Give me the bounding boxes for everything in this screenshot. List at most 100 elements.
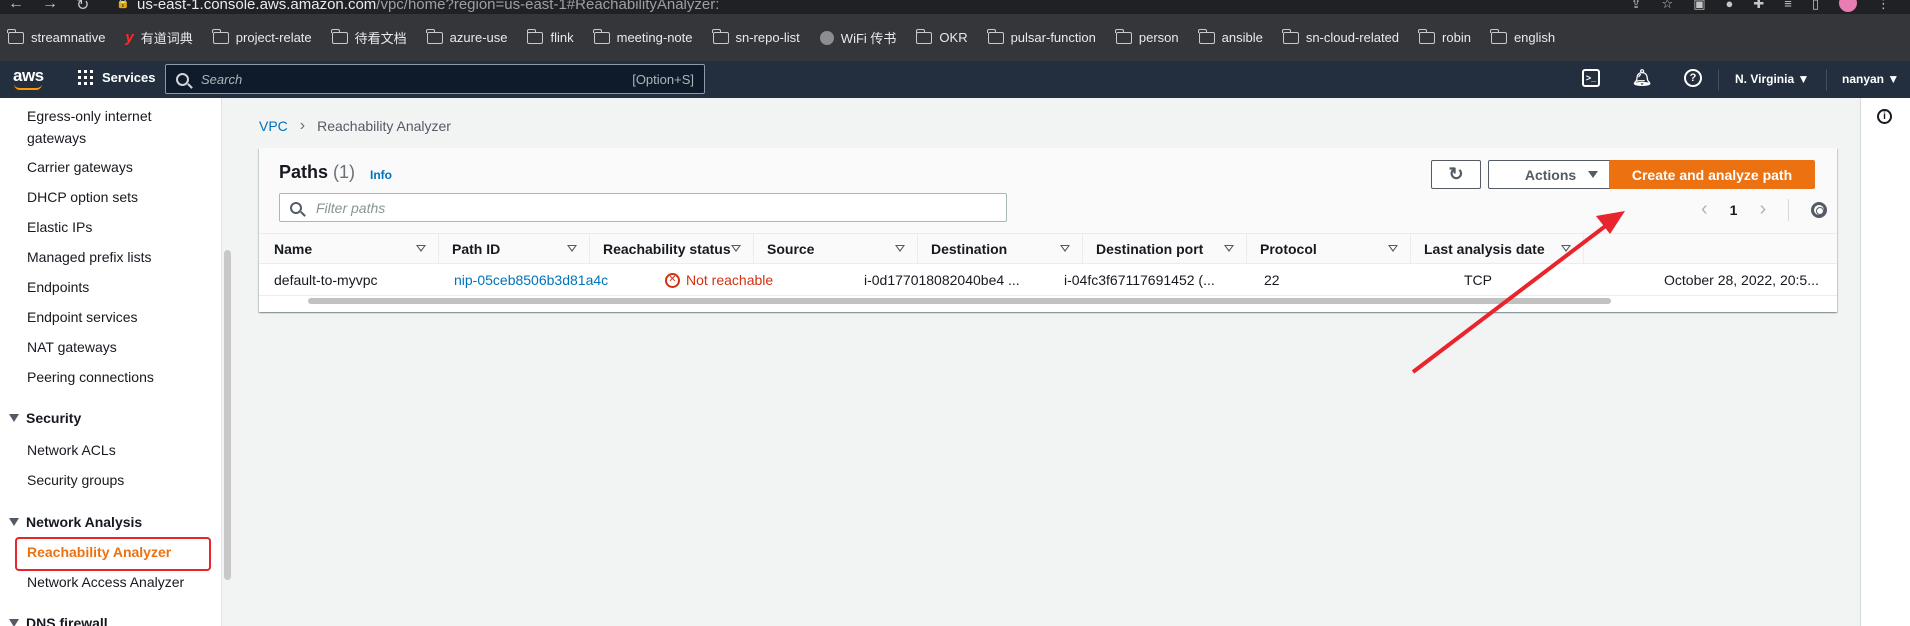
sidebar-item-network-access-analyzer[interactable]: Network Access Analyzer xyxy=(27,571,184,593)
bookmark-item[interactable]: azure-use xyxy=(426,28,507,45)
gear-icon[interactable] xyxy=(1811,201,1828,218)
sidepanel-icon[interactable]: ▯ xyxy=(1812,0,1819,12)
bookmark-item[interactable]: sn-repo-list xyxy=(711,28,800,45)
reading-list-icon[interactable]: ≡ xyxy=(1784,0,1792,12)
bookmark-item[interactable]: OKR xyxy=(915,28,968,45)
column-header[interactable]: Destination xyxy=(918,234,1083,264)
sidebar-scrollbar-thumb[interactable] xyxy=(224,250,231,580)
browser-toolbar-icons: ⇪ ☆ ▣ ● ✚ ≡ ▯ ⋮ xyxy=(1631,0,1890,12)
bookmark-item[interactable]: ansible xyxy=(1198,28,1263,45)
help-icon[interactable]: ? xyxy=(1684,69,1702,87)
bookmark-item[interactable]: 待看文档 xyxy=(331,28,407,47)
table-row[interactable]: default-to-myvpc nip-05ceb8506b3d81a4c ✕… xyxy=(259,264,1837,296)
bookmark-item[interactable]: y 有道词典 xyxy=(125,28,192,47)
page-number[interactable]: 1 xyxy=(1730,202,1738,218)
column-header[interactable]: Source xyxy=(754,234,918,264)
extension-icon[interactable]: ● xyxy=(1725,0,1733,12)
sort-icon[interactable] xyxy=(1060,245,1070,252)
bookmark-item[interactable]: flink xyxy=(526,28,574,45)
account-menu[interactable]: nanyan ▼ xyxy=(1842,72,1899,86)
column-header[interactable]: Protocol xyxy=(1247,234,1411,264)
cell-destination: i-04fc3f67117691452 (... xyxy=(1064,272,1215,288)
puzzle-icon[interactable]: ✚ xyxy=(1753,0,1764,12)
column-header[interactable]: Name xyxy=(259,234,439,264)
caret-down-icon xyxy=(9,518,19,526)
sidebar-section-label: Network Analysis xyxy=(26,514,143,530)
info-icon[interactable]: i xyxy=(1877,109,1892,124)
extension-icon[interactable]: ▣ xyxy=(1693,0,1705,12)
chevron-left-icon[interactable]: ‹ xyxy=(1701,198,1708,221)
sidebar-section-label: DNS firewall xyxy=(26,615,108,626)
bookmark-item[interactable]: robin xyxy=(1418,28,1471,45)
star-icon[interactable]: ☆ xyxy=(1662,0,1674,12)
back-icon[interactable]: ← xyxy=(8,0,24,15)
sidebar-item-endpoint-services[interactable]: Endpoint services xyxy=(27,306,138,328)
cell-name: default-to-myvpc xyxy=(274,272,378,288)
bell-icon[interactable]: 🔔︎ xyxy=(1632,69,1652,87)
bookmark-label: project-relate xyxy=(235,30,312,45)
sidebar-item-carrier-gateways[interactable]: Carrier gateways xyxy=(27,156,133,178)
sort-icon[interactable] xyxy=(1561,245,1571,252)
services-menu-button[interactable]: Services xyxy=(78,70,156,85)
more-icon[interactable]: ⋮ xyxy=(1877,0,1890,12)
column-header[interactable]: Destination port xyxy=(1083,234,1247,264)
sidebar-item-security-groups[interactable]: Security groups xyxy=(27,469,124,491)
cell-path-id-link[interactable]: nip-05ceb8506b3d81a4c xyxy=(454,264,644,296)
bookmark-item[interactable]: english xyxy=(1490,28,1555,45)
cloudshell-icon[interactable]: >_ xyxy=(1582,69,1600,87)
bookmark-item[interactable]: person xyxy=(1115,28,1179,45)
sort-icon[interactable] xyxy=(567,245,577,252)
url-field[interactable]: us-east-1.console.aws.amazon.com/vpc/hom… xyxy=(137,0,719,13)
sidebar-item-peering-connections[interactable]: Peering connections xyxy=(27,366,154,388)
create-and-analyze-path-button[interactable]: Create and analyze path xyxy=(1609,160,1815,189)
sort-icon[interactable] xyxy=(731,245,741,252)
bookmark-item[interactable]: WiFi 传书 xyxy=(819,28,896,47)
table-horizontal-scrollbar[interactable] xyxy=(308,298,1611,304)
aws-logo[interactable]: aws xyxy=(13,66,44,90)
url-path: /vpc/home?region=us-east-1#ReachabilityA… xyxy=(376,0,720,13)
sort-icon[interactable] xyxy=(416,245,426,252)
sidebar-item-egress-only-gateways[interactable]: Egress-only internet gateways xyxy=(27,105,152,149)
sidebar-item-endpoints[interactable]: Endpoints xyxy=(27,276,89,298)
aws-search-input[interactable] xyxy=(201,71,633,87)
bookmark-item[interactable]: pulsar-function xyxy=(986,28,1096,45)
chevron-right-icon[interactable]: › xyxy=(1759,198,1766,221)
bookmark-item[interactable]: project-relate xyxy=(212,28,312,45)
column-header[interactable]: Reachability status xyxy=(590,234,754,264)
bookmark-item[interactable]: meeting-note xyxy=(593,28,693,45)
profile-avatar[interactable] xyxy=(1839,0,1857,12)
column-header[interactable]: Path ID xyxy=(439,234,590,264)
header-divider xyxy=(1718,69,1719,91)
folder-icon xyxy=(915,28,933,44)
share-icon[interactable]: ⇪ xyxy=(1631,0,1642,12)
column-header-label: Name xyxy=(274,241,313,257)
region-selector[interactable]: N. Virginia ▼ xyxy=(1735,72,1809,86)
filter-box[interactable] xyxy=(279,193,1007,222)
sidebar-item-dhcp-option-sets[interactable]: DHCP option sets xyxy=(27,186,138,208)
sidebar-section-dns-firewall[interactable]: DNS firewall xyxy=(9,615,108,626)
aws-search-box[interactable]: [Option+S] xyxy=(165,64,705,94)
forward-icon[interactable]: → xyxy=(42,0,58,15)
info-link[interactable]: Info xyxy=(370,168,392,182)
sort-icon[interactable] xyxy=(895,245,905,252)
reload-icon[interactable]: ↻ xyxy=(76,0,89,15)
sidebar-section-security[interactable]: Security xyxy=(9,410,81,426)
column-header-label: Last analysis date xyxy=(1424,241,1545,257)
sidebar-item-nat-gateways[interactable]: NAT gateways xyxy=(27,336,117,358)
sort-icon[interactable] xyxy=(1224,245,1234,252)
sidebar-section-network-analysis[interactable]: Network Analysis xyxy=(9,514,142,530)
filter-paths-input[interactable] xyxy=(316,199,1006,216)
sidebar-item-network-acls[interactable]: Network ACLs xyxy=(27,439,116,461)
panel-header: Paths (1) Info ↻ Actions Create and anal… xyxy=(259,148,1837,234)
folder-icon xyxy=(526,28,544,44)
sidebar-item-managed-prefix-lists[interactable]: Managed prefix lists xyxy=(27,246,152,268)
bookmark-label: sn-repo-list xyxy=(735,30,800,45)
bookmark-label: robin xyxy=(1442,30,1471,45)
breadcrumb-vpc-link[interactable]: VPC xyxy=(259,118,288,134)
bookmark-item[interactable]: sn-cloud-related xyxy=(1282,28,1399,45)
sidebar-item-elastic-ips[interactable]: Elastic IPs xyxy=(27,216,92,238)
refresh-button[interactable]: ↻ xyxy=(1431,160,1481,189)
sort-icon[interactable] xyxy=(1388,245,1398,252)
bookmark-item[interactable]: streamnative xyxy=(7,28,105,45)
column-header[interactable]: Last analysis date xyxy=(1411,234,1584,264)
